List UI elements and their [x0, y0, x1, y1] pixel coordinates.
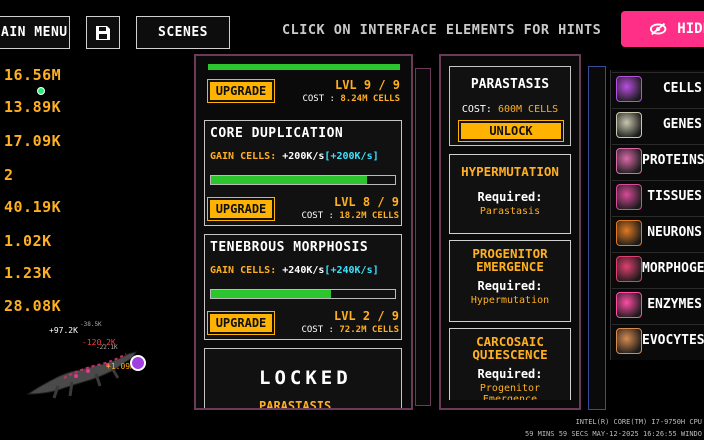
stat-1: 13.89K	[4, 98, 62, 116]
stat-3: 2	[4, 166, 14, 184]
nav-label: TISSUES	[647, 189, 702, 204]
neuron-icon	[616, 219, 642, 246]
nav-label: CELLS	[662, 81, 702, 96]
upgrade-title: TENEBROUS MORPHOSIS	[210, 240, 369, 255]
required-label: Required:	[477, 190, 543, 204]
unlock-cost: COST: 600M CELLS	[461, 104, 559, 115]
nav-label: PROTEINS	[642, 153, 704, 168]
nav-label: MORPHOGENS	[642, 261, 704, 276]
upgrade-level: LVL 2 / 9	[333, 309, 399, 323]
stat-7: 28.08K	[4, 297, 62, 315]
nav-item-evocytes[interactable]: EVOCYTES	[612, 324, 704, 356]
stat-2: 17.09K	[4, 132, 62, 150]
scenes-button[interactable]: SCENES	[136, 16, 230, 49]
locked-sub: PARASTASIS	[259, 399, 332, 410]
upgrade-level: LVL 8 / 9	[333, 195, 399, 209]
creature-popup: -22.1K	[96, 344, 118, 351]
upgrade-card-tenebrous-morphosis: TENEBROUS MORPHOSIS GAIN CELLS: +240K/s[…	[204, 234, 402, 340]
hint-text: CLICK ON INTERFACE ELEMENTS FOR HINTS	[282, 22, 602, 38]
research-card[interactable]: PROGENITOR EMERGENCE Required: Hypermuta…	[449, 240, 571, 322]
creature-popup: -38.5K	[80, 321, 102, 328]
cell-icon	[616, 75, 642, 102]
upgrade-cost: COST : 18.2M CELLS	[301, 211, 399, 221]
prerequisite: Parastasis	[479, 206, 541, 217]
research-title: HYPERMUTATION	[461, 164, 559, 179]
nav-item-tissues[interactable]: TISSUES	[612, 180, 704, 212]
upgrade-progress-bar	[210, 289, 396, 299]
upgrade-button[interactable]: UPGRADE	[207, 311, 275, 335]
upgrades-scrollbar[interactable]	[415, 68, 431, 406]
upgrade-title: CORE DUPLICATION	[210, 126, 344, 141]
locked-label: LOCKED	[259, 367, 352, 389]
upgrade-card-locked: LOCKED PARASTASIS	[204, 348, 402, 410]
stat-5: 1.02K	[4, 232, 52, 250]
protein-icon	[616, 147, 642, 174]
research-card[interactable]: HYPERMUTATION Required: Parastasis	[449, 154, 571, 234]
system-cpu: INTEL(R) CORE(TM) I7-9750H CPU	[575, 418, 702, 426]
save-icon	[96, 25, 110, 40]
system-time: 59 MINS 59 SECS MAY-12-2025 16:26:55 WIN…	[524, 430, 702, 438]
top-upgrade-cost: COST : 8.24M CELLS	[302, 94, 400, 104]
upgrade-gain: GAIN CELLS: +200K/s[+200K/s]	[210, 151, 379, 162]
unlock-title: PARASTASIS	[470, 77, 550, 92]
upgrade-gain: GAIN CELLS: +240K/s[+240K/s]	[210, 265, 379, 276]
hide-label: HIDE	[677, 21, 704, 37]
eye-slash-icon	[649, 22, 667, 36]
upgrade-cost: COST : 72.2M CELLS	[301, 325, 399, 335]
nav-item-proteins[interactable]: PROTEINS	[612, 144, 704, 176]
nav-item-neurons[interactable]: NEURONS	[612, 216, 704, 248]
nav-label: ENZYMES	[647, 297, 702, 312]
upgrade-progress-fill	[211, 176, 368, 184]
tissue-icon	[616, 183, 642, 210]
dna-icon	[616, 111, 642, 138]
status-dot-icon	[37, 87, 45, 95]
nav-label: EVOCYTES	[642, 333, 704, 348]
upgrade-button[interactable]: UPGRADE	[207, 197, 275, 221]
research-title: CARCOSAIC QUIESCENCE	[472, 334, 548, 362]
nav-item-genes[interactable]: GENES	[612, 108, 704, 140]
hide-button[interactable]: HIDE	[621, 11, 704, 47]
evocyte-icon	[616, 327, 642, 354]
required-label: Required:	[477, 279, 543, 293]
creature-popup: +97.2K	[49, 326, 78, 335]
top-upgrade-button[interactable]: UPGRADE	[207, 79, 275, 103]
enzyme-icon	[616, 291, 642, 318]
research-scrollbar[interactable]	[588, 66, 606, 410]
top-upgrade-progress	[208, 64, 400, 70]
upgrades-panel[interactable]: UPGRADE LVL 9 / 9 COST : 8.24M CELLS COR…	[194, 54, 413, 410]
creature-target-icon[interactable]	[130, 355, 146, 371]
stat-4: 40.19K	[4, 198, 62, 216]
required-label: Required:	[477, 367, 543, 381]
unlock-card: PARASTASIS COST: 600M CELLS UNLOCK	[449, 66, 571, 146]
nav-label: GENES	[662, 117, 702, 132]
nav-label: NEURONS	[647, 225, 702, 240]
upgrade-progress-bar	[210, 175, 396, 185]
upgrade-progress-fill	[211, 290, 331, 298]
main-menu-button[interactable]: AIN MENU	[0, 16, 70, 49]
nav-item-morphogens[interactable]: MORPHOGENS	[612, 252, 704, 284]
unlock-button[interactable]: UNLOCK	[458, 120, 564, 142]
stat-0: 16.56M	[4, 66, 62, 84]
top-upgrade-level: LVL 9 / 9	[334, 78, 400, 92]
prerequisite: Progenitor Emergence	[479, 383, 541, 400]
research-title: PROGENITOR EMERGENCE	[472, 246, 548, 274]
prerequisite: Hypermutation	[470, 295, 550, 306]
save-button[interactable]	[86, 16, 120, 49]
research-card[interactable]: CARCOSAIC QUIESCENCE Required: Progenito…	[449, 328, 571, 400]
morphogen-icon	[616, 255, 642, 282]
nav-item-enzymes[interactable]: ENZYMES	[612, 288, 704, 320]
stat-6: 1.23K	[4, 264, 52, 282]
upgrade-card-core-duplication: CORE DUPLICATION GAIN CELLS: +200K/s[+20…	[204, 120, 402, 226]
nav-item-cells[interactable]: CELLS	[612, 72, 704, 104]
